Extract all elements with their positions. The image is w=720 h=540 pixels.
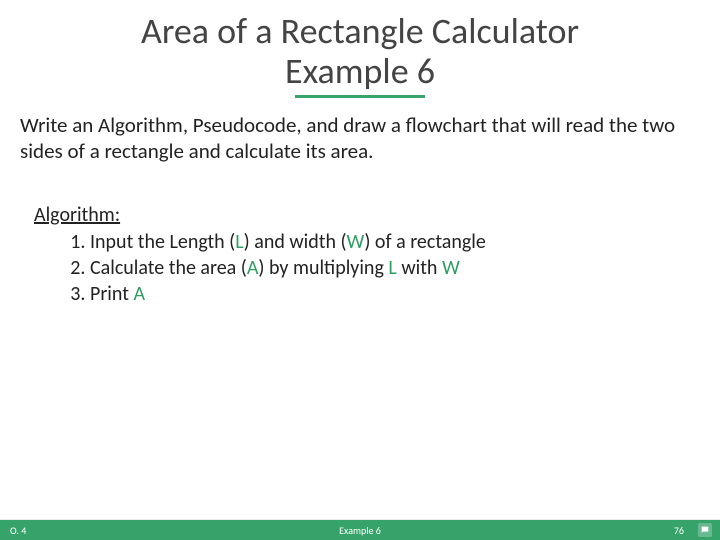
step-text: Print <box>90 282 133 306</box>
footer-bar: O. 4 Example 6 76 <box>0 520 720 540</box>
step-var: W <box>347 230 365 254</box>
step-var: L <box>235 230 243 254</box>
step-text: ) by multiplying <box>258 256 388 280</box>
step-text: ) of a rectangle <box>364 230 485 254</box>
algorithm-list: Input the Length (L) and width (W) of a … <box>34 229 700 307</box>
title-line-1: Area of a Rectangle Calculator <box>0 12 720 52</box>
step-text: Input the Length ( <box>90 230 235 254</box>
algorithm-block: Algorithm: Input the Length (L) and widt… <box>20 203 700 307</box>
footer-center: Example 6 <box>339 524 381 537</box>
problem-statement: Write an Algorithm, Pseudocode, and draw… <box>20 112 700 165</box>
step-var: W <box>442 256 460 280</box>
slide: Area of a Rectangle Calculator Example 6… <box>0 0 720 540</box>
slide-body: Write an Algorithm, Pseudocode, and draw… <box>0 98 720 307</box>
step-text: Calculate the area ( <box>90 256 247 280</box>
comment-icon[interactable] <box>698 523 712 537</box>
step-text: ) and width ( <box>244 230 347 254</box>
step-var: A <box>247 256 259 280</box>
title-line-2: Example 6 <box>0 52 720 92</box>
algorithm-step: Input the Length (L) and width (W) of a … <box>90 229 700 255</box>
footer-left: O. 4 <box>0 524 26 537</box>
footer-page-number: 76 <box>674 524 684 537</box>
algorithm-step: Print A <box>90 281 700 307</box>
algorithm-step: Calculate the area (A) by multiplying L … <box>90 255 700 281</box>
step-text: with <box>397 256 442 280</box>
slide-title-block: Area of a Rectangle Calculator Example 6 <box>0 0 720 98</box>
step-var: L <box>388 256 396 280</box>
step-var: A <box>133 282 145 306</box>
algorithm-label: Algorithm: <box>34 203 700 227</box>
